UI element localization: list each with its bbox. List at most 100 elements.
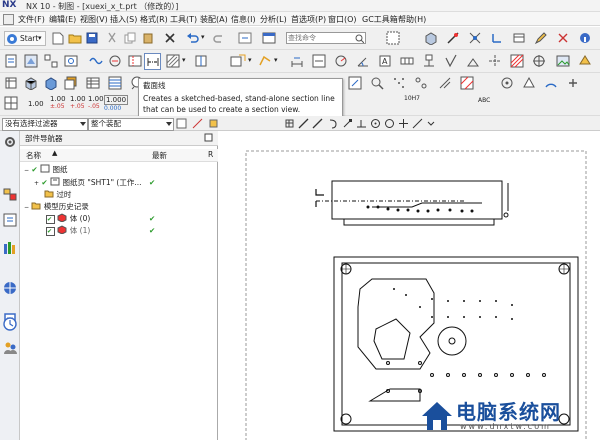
datum-feature-icon[interactable] [422, 54, 436, 68]
copy-icon[interactable] [124, 32, 136, 44]
snap-point-icon[interactable] [468, 31, 482, 45]
snap-line-icon-2[interactable] [312, 118, 323, 129]
paste-icon[interactable] [142, 32, 154, 44]
tree-item-outdated[interactable]: 过时 [44, 189, 214, 200]
undo-icon[interactable] [186, 32, 200, 44]
selection-toolbar-icon[interactable] [386, 31, 400, 45]
snap-midpoint-icon[interactable] [356, 118, 367, 129]
target-point-icon[interactable] [500, 76, 514, 90]
precision-value-2[interactable]: 1.00 [50, 95, 66, 103]
note-icon[interactable]: A [378, 54, 392, 68]
tree-item-body-1[interactable]: ✔ 体 (1) ✔ [46, 225, 214, 236]
scope-dropdown[interactable]: 整个装配 [88, 118, 174, 131]
angular-dimension-icon[interactable] [356, 54, 370, 68]
menu-edit[interactable]: 编辑(E) [49, 14, 76, 25]
zoom-icon[interactable] [370, 76, 384, 90]
measure-icon[interactable] [446, 31, 460, 45]
hole-table-icon[interactable] [414, 76, 428, 90]
table-cell-icon[interactable] [4, 96, 18, 110]
precision-value-3[interactable]: 1.00 [70, 95, 86, 103]
snap-intersection-icon[interactable] [398, 118, 409, 129]
maximize-icon[interactable] [204, 133, 213, 142]
redo-icon[interactable] [212, 32, 226, 44]
projected-view-icon[interactable] [44, 54, 58, 68]
web-browser-icon[interactable] [3, 281, 17, 295]
view-dependent-edit-icon[interactable] [348, 76, 362, 90]
tree-item-drawing[interactable]: − ✔ 图纸 [24, 164, 214, 175]
more-tools-icon[interactable] [566, 76, 580, 90]
detail-view-icon[interactable] [108, 54, 122, 68]
view-break-icon[interactable] [128, 54, 142, 68]
image-icon[interactable] [556, 54, 570, 68]
feature-control-frame-icon[interactable] [400, 54, 414, 68]
linear-dimension-icon[interactable] [312, 54, 326, 68]
sheet-template-icon[interactable] [4, 76, 18, 90]
gear-icon[interactable] [3, 135, 17, 149]
assembly-navigator-icon[interactable] [3, 213, 17, 227]
column-latest[interactable]: 最新 [152, 150, 167, 161]
section-line-button[interactable] [144, 53, 161, 70]
new-sheet-icon[interactable] [4, 54, 18, 68]
undo-dropdown-icon[interactable]: ▾ [201, 33, 205, 41]
chevron-down-icon[interactable]: ▾ [182, 56, 186, 64]
view-alignment-icon[interactable] [194, 54, 208, 68]
precision-value-1[interactable]: 1.00 [28, 100, 44, 108]
open-folder-icon[interactable] [68, 32, 82, 44]
save-icon[interactable] [86, 32, 98, 44]
menu-file[interactable]: 文件(F) [18, 14, 45, 25]
abc-text-icon[interactable]: ABC [478, 97, 490, 104]
grid-points-icon[interactable] [392, 76, 406, 90]
delete-icon[interactable] [164, 32, 176, 44]
break-out-view-icon[interactable] [88, 54, 104, 68]
expand-icon[interactable]: + [34, 180, 39, 187]
tabular-note-icon[interactable] [86, 76, 100, 90]
menu-tools[interactable]: 工具(T) [170, 14, 197, 25]
menu-info[interactable]: 信息(I) [231, 14, 256, 25]
snap-endpoint-icon[interactable] [342, 118, 353, 129]
menu-analysis[interactable]: 分析(L) [260, 14, 287, 25]
layer-icon[interactable] [512, 31, 526, 45]
precision-value-4[interactable]: 1.00 [88, 95, 104, 103]
menu-app-icon[interactable] [3, 14, 14, 25]
menu-help[interactable]: 帮助(H) [398, 14, 426, 25]
expand-icon[interactable]: − [24, 204, 29, 211]
3d-view-icon[interactable] [24, 76, 38, 90]
grid-snap-icon[interactable] [284, 118, 295, 129]
centerline-icon[interactable] [488, 54, 502, 68]
search-icon[interactable] [355, 34, 364, 43]
stacked-icon[interactable] [64, 76, 78, 90]
hatch-boundary-icon[interactable] [460, 76, 474, 90]
close-object-icon[interactable] [556, 31, 570, 45]
roles-people-icon[interactable] [3, 341, 17, 355]
linear-pattern-icon[interactable] [438, 76, 452, 90]
hole-spec-icon[interactable]: 10H7 [404, 95, 420, 102]
section-view-icon[interactable] [166, 54, 180, 68]
reuse-library-icon[interactable] [3, 241, 17, 255]
snap-curve-icon[interactable] [328, 118, 339, 129]
window-icon[interactable] [262, 31, 276, 45]
update-view-icon[interactable] [230, 54, 246, 68]
snap-more-icon[interactable] [426, 118, 437, 129]
command-finder[interactable] [286, 32, 366, 44]
chevron-down-icon[interactable]: ▾ [248, 56, 252, 64]
graphics-window[interactable]: 电脑系统网 www.dnxtw.com [220, 131, 600, 440]
menu-view[interactable]: 视图(V) [80, 14, 108, 25]
rapid-dimension-icon[interactable] [290, 54, 304, 68]
regions-icon[interactable] [578, 54, 592, 68]
wcs-icon[interactable] [490, 31, 504, 45]
column-name[interactable]: 名称 [26, 150, 41, 161]
snap-center-icon[interactable] [370, 118, 381, 129]
crosshatch-target-icon[interactable] [532, 54, 546, 68]
menu-preferences[interactable]: 首选项(P) [291, 14, 326, 25]
chevron-down-icon[interactable]: ▾ [274, 56, 278, 64]
clock-history-icon[interactable] [3, 317, 17, 331]
base-view-icon[interactable] [24, 54, 38, 68]
menu-format[interactable]: 格式(R) [140, 14, 168, 25]
edit-object-icon[interactable] [534, 31, 548, 45]
drawing-view-icon[interactable] [64, 54, 78, 68]
visibility-checkbox[interactable]: ✔ [46, 215, 55, 224]
sketch-icon[interactable] [258, 54, 272, 68]
parts-list-icon[interactable] [108, 76, 122, 90]
radial-dimension-icon[interactable] [334, 54, 348, 68]
repeat-command-icon[interactable] [238, 32, 252, 44]
